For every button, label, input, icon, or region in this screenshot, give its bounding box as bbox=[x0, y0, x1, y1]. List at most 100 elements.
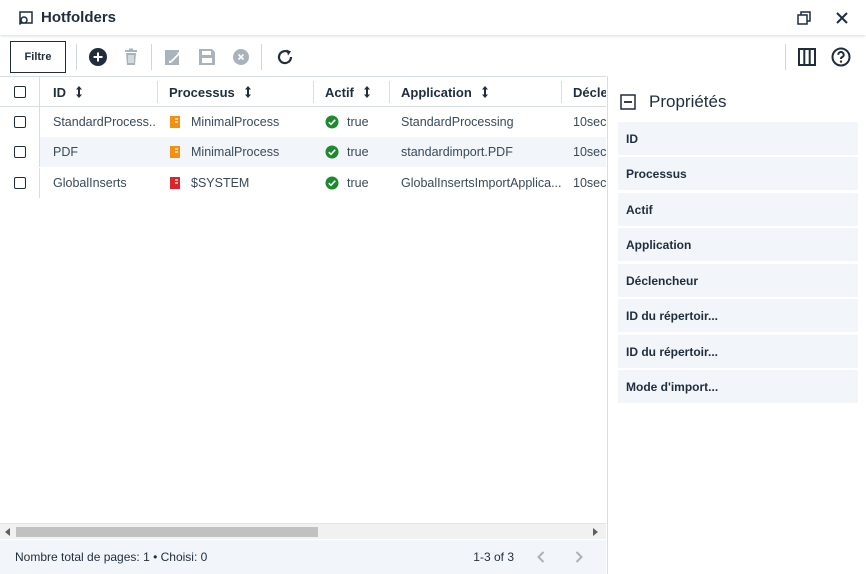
active-value: true bbox=[347, 115, 369, 129]
columns-button[interactable] bbox=[796, 46, 818, 68]
process-icon bbox=[170, 177, 180, 189]
next-page-icon[interactable] bbox=[574, 550, 584, 564]
sort-icon[interactable] bbox=[243, 85, 253, 99]
cell-id: StandardProcess... bbox=[53, 115, 157, 129]
scrollbar-thumb[interactable] bbox=[16, 527, 318, 537]
active-value: true bbox=[347, 145, 369, 159]
toolbar: Filtre bbox=[0, 38, 866, 76]
process-icon bbox=[170, 146, 180, 158]
scroll-left-icon[interactable] bbox=[5, 528, 10, 536]
property-item[interactable]: Application bbox=[618, 228, 858, 261]
toolbar-separator bbox=[76, 44, 77, 70]
save-icon bbox=[199, 49, 215, 65]
previous-page-icon[interactable] bbox=[536, 550, 546, 564]
column-divider[interactable] bbox=[313, 81, 314, 103]
property-item[interactable]: Mode d'import... bbox=[618, 370, 858, 403]
column-divider[interactable] bbox=[561, 81, 562, 103]
row-select-cell bbox=[0, 137, 40, 167]
properties-panel: Propriétés ID Processus Actif Applicatio… bbox=[608, 76, 866, 574]
delete-button[interactable] bbox=[120, 46, 142, 68]
help-button[interactable] bbox=[830, 46, 852, 68]
select-all-cell bbox=[0, 77, 40, 107]
cell-trigger: 10sec bbox=[573, 115, 606, 129]
row-checkbox[interactable] bbox=[13, 146, 26, 158]
horizontal-scrollbar[interactable] bbox=[0, 523, 606, 539]
title-bar: Hotfolders bbox=[0, 0, 866, 35]
row-select-cell bbox=[0, 107, 40, 137]
filter-button[interactable]: Filtre bbox=[10, 41, 66, 73]
save-button[interactable] bbox=[196, 46, 218, 68]
page-summary: Nombre total de pages: 1 • Choisi: 0 bbox=[15, 550, 208, 564]
property-item[interactable]: ID du répertoir... bbox=[618, 335, 858, 368]
edit-icon bbox=[165, 50, 180, 65]
check-circle-icon bbox=[325, 115, 339, 129]
toolbar-separator bbox=[261, 44, 262, 70]
columns-icon bbox=[798, 48, 816, 66]
table-header: ID Processus Actif Application Décle bbox=[0, 77, 606, 107]
active-value: true bbox=[347, 176, 369, 190]
process-name: $SYSTEM bbox=[191, 176, 250, 190]
cell-id: PDF bbox=[53, 145, 78, 159]
table-footer: Nombre total de pages: 1 • Choisi: 0 1-3… bbox=[0, 540, 606, 574]
property-item[interactable]: ID du répertoir... bbox=[618, 299, 858, 332]
table-row[interactable]: GlobalInserts $SYSTEM true GlobalInserts… bbox=[0, 168, 606, 198]
cell-process: MinimalProcess bbox=[169, 107, 309, 137]
help-icon bbox=[831, 47, 851, 67]
column-divider[interactable] bbox=[389, 81, 390, 103]
table-row[interactable]: StandardProcess... MinimalProcess true S… bbox=[0, 107, 606, 137]
scroll-right-icon[interactable] bbox=[593, 528, 598, 536]
process-name: MinimalProcess bbox=[191, 115, 280, 129]
toolbar-separator bbox=[151, 44, 152, 70]
cancel-icon bbox=[233, 49, 249, 65]
check-circle-icon bbox=[325, 145, 339, 159]
process-name: MinimalProcess bbox=[191, 145, 280, 159]
cancel-button[interactable] bbox=[230, 46, 252, 68]
column-divider[interactable] bbox=[157, 81, 158, 103]
column-header-id[interactable]: ID bbox=[53, 77, 84, 107]
toolbar-separator bbox=[785, 44, 786, 70]
row-checkbox[interactable] bbox=[13, 116, 26, 128]
table-row[interactable]: PDF MinimalProcess true standardimport.P… bbox=[0, 137, 606, 167]
check-circle-icon bbox=[325, 176, 339, 190]
cell-active: true bbox=[325, 107, 385, 137]
add-button[interactable] bbox=[87, 46, 109, 68]
window-title: Hotfolders bbox=[41, 9, 116, 26]
process-icon bbox=[170, 116, 180, 128]
column-label: Processus bbox=[169, 84, 235, 100]
cell-id: GlobalInserts bbox=[53, 176, 127, 190]
property-item[interactable]: ID bbox=[618, 122, 858, 155]
close-icon[interactable] bbox=[834, 10, 850, 26]
hotfolder-icon bbox=[18, 10, 33, 25]
properties-title: Propriétés bbox=[649, 92, 727, 111]
cell-trigger: 10sec bbox=[573, 176, 606, 190]
row-checkbox[interactable] bbox=[13, 177, 26, 189]
sort-icon[interactable] bbox=[362, 85, 372, 99]
delete-icon bbox=[125, 48, 137, 65]
column-label: ID bbox=[53, 84, 66, 100]
cell-process: MinimalProcess bbox=[169, 137, 309, 167]
hotfolders-table: ID Processus Actif Application Décle Sta… bbox=[0, 76, 606, 539]
column-label: Décle bbox=[573, 84, 606, 100]
column-header-application[interactable]: Application bbox=[401, 77, 490, 107]
collapse-icon[interactable] bbox=[620, 94, 636, 110]
cell-active: true bbox=[325, 168, 385, 198]
column-label: Actif bbox=[325, 84, 354, 100]
edit-button[interactable] bbox=[162, 46, 184, 68]
sort-icon[interactable] bbox=[480, 85, 490, 99]
sort-icon[interactable] bbox=[74, 85, 84, 99]
restore-window-icon[interactable] bbox=[796, 10, 812, 26]
column-header-trigger[interactable]: Décle bbox=[573, 77, 606, 107]
select-all-checkbox[interactable] bbox=[13, 86, 26, 98]
add-icon bbox=[89, 48, 107, 66]
cell-process: $SYSTEM bbox=[169, 168, 309, 198]
column-header-process[interactable]: Processus bbox=[169, 77, 253, 107]
refresh-button[interactable] bbox=[274, 46, 296, 68]
column-header-active[interactable]: Actif bbox=[325, 77, 372, 107]
cell-application: StandardProcessing bbox=[401, 115, 514, 129]
property-item[interactable]: Déclencheur bbox=[618, 264, 858, 297]
properties-header[interactable]: Propriétés bbox=[620, 92, 726, 112]
refresh-icon bbox=[277, 49, 293, 65]
cell-active: true bbox=[325, 137, 385, 167]
property-item[interactable]: Actif bbox=[618, 193, 858, 226]
property-item[interactable]: Processus bbox=[618, 157, 858, 190]
